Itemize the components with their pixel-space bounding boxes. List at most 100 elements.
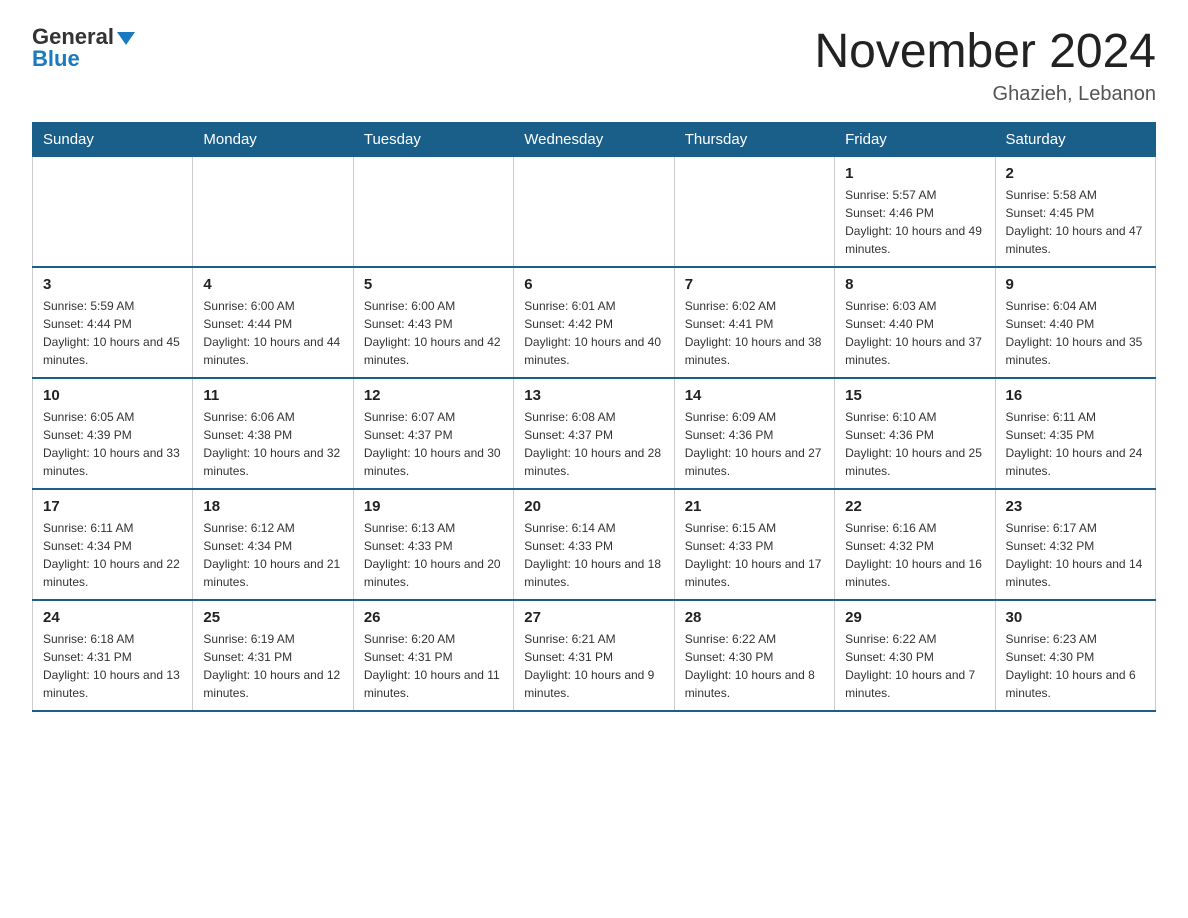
calendar-week-row: 10 Sunrise: 6:05 AM Sunset: 4:39 PM Dayli… xyxy=(33,378,1156,489)
table-row: 28 Sunrise: 6:22 AM Sunset: 4:30 PM Dayli… xyxy=(674,600,834,711)
table-row: 5 Sunrise: 6:00 AM Sunset: 4:43 PM Daylig… xyxy=(353,267,513,378)
table-row xyxy=(193,157,353,268)
table-row: 26 Sunrise: 6:20 AM Sunset: 4:31 PM Dayli… xyxy=(353,600,513,711)
table-row: 7 Sunrise: 6:02 AM Sunset: 4:41 PM Daylig… xyxy=(674,267,834,378)
calendar-week-row: 3 Sunrise: 5:59 AM Sunset: 4:44 PM Daylig… xyxy=(33,267,1156,378)
table-row: 3 Sunrise: 5:59 AM Sunset: 4:44 PM Daylig… xyxy=(33,267,193,378)
day-info: Sunrise: 6:00 AM Sunset: 4:43 PM Dayligh… xyxy=(364,297,503,369)
day-number: 20 xyxy=(524,498,663,515)
day-info: Sunrise: 6:10 AM Sunset: 4:36 PM Dayligh… xyxy=(845,408,984,480)
title-block: November 2024 Ghazieh, Lebanon xyxy=(814,24,1156,106)
day-info: Sunrise: 6:11 AM Sunset: 4:35 PM Dayligh… xyxy=(1006,408,1145,480)
col-wednesday: Wednesday xyxy=(514,123,674,157)
day-info: Sunrise: 6:03 AM Sunset: 4:40 PM Dayligh… xyxy=(845,297,984,369)
day-number: 21 xyxy=(685,498,824,515)
table-row: 6 Sunrise: 6:01 AM Sunset: 4:42 PM Daylig… xyxy=(514,267,674,378)
calendar-table: Sunday Monday Tuesday Wednesday Thursday… xyxy=(32,122,1156,712)
table-row: 27 Sunrise: 6:21 AM Sunset: 4:31 PM Dayli… xyxy=(514,600,674,711)
table-row: 23 Sunrise: 6:17 AM Sunset: 4:32 PM Dayli… xyxy=(995,489,1155,600)
table-row: 13Sunrise: 6:08 AM Sunset: 4:37 PM Dayli… xyxy=(514,378,674,489)
day-info: Sunrise: 6:15 AM Sunset: 4:33 PM Dayligh… xyxy=(685,519,824,591)
day-number: 6 xyxy=(524,276,663,293)
day-info: Sunrise: 6:11 AM Sunset: 4:34 PM Dayligh… xyxy=(43,519,182,591)
day-info: Sunrise: 6:17 AM Sunset: 4:32 PM Dayligh… xyxy=(1006,519,1145,591)
table-row: 29 Sunrise: 6:22 AM Sunset: 4:30 PM Dayli… xyxy=(835,600,995,711)
table-row: 8 Sunrise: 6:03 AM Sunset: 4:40 PM Daylig… xyxy=(835,267,995,378)
day-number: 18 xyxy=(203,498,342,515)
day-info: Sunrise: 6:21 AM Sunset: 4:31 PM Dayligh… xyxy=(524,630,663,702)
table-row: 18 Sunrise: 6:12 AM Sunset: 4:34 PM Dayli… xyxy=(193,489,353,600)
table-row: 15 Sunrise: 6:10 AM Sunset: 4:36 PM Dayli… xyxy=(835,378,995,489)
day-number: 12 xyxy=(364,387,503,404)
day-info: Sunrise: 6:14 AM Sunset: 4:33 PM Dayligh… xyxy=(524,519,663,591)
day-info: Sunrise: 6:08 AM Sunset: 4:37 PM Dayligh… xyxy=(524,408,663,480)
day-number: 19 xyxy=(364,498,503,515)
day-info: Sunrise: 6:16 AM Sunset: 4:32 PM Dayligh… xyxy=(845,519,984,591)
table-row: 14 Sunrise: 6:09 AM Sunset: 4:36 PM Dayli… xyxy=(674,378,834,489)
col-thursday: Thursday xyxy=(674,123,834,157)
table-row: 16 Sunrise: 6:11 AM Sunset: 4:35 PM Dayli… xyxy=(995,378,1155,489)
day-number: 10 xyxy=(43,387,182,404)
month-title: November 2024 xyxy=(814,24,1156,79)
table-row: 24 Sunrise: 6:18 AM Sunset: 4:31 PM Dayli… xyxy=(33,600,193,711)
table-row: 4Sunrise: 6:00 AM Sunset: 4:44 PM Daylig… xyxy=(193,267,353,378)
day-number: 25 xyxy=(203,609,342,626)
day-number: 4 xyxy=(203,276,342,293)
day-number: 5 xyxy=(364,276,503,293)
table-row: 21 Sunrise: 6:15 AM Sunset: 4:33 PM Dayli… xyxy=(674,489,834,600)
day-number: 9 xyxy=(1006,276,1145,293)
calendar-week-row: 17 Sunrise: 6:11 AM Sunset: 4:34 PM Dayli… xyxy=(33,489,1156,600)
day-number: 7 xyxy=(685,276,824,293)
table-row xyxy=(33,157,193,268)
day-info: Sunrise: 6:06 AM Sunset: 4:38 PM Dayligh… xyxy=(203,408,342,480)
table-row: 2Sunrise: 5:58 AM Sunset: 4:45 PM Daylig… xyxy=(995,157,1155,268)
day-info: Sunrise: 6:13 AM Sunset: 4:33 PM Dayligh… xyxy=(364,519,503,591)
table-row: 20 Sunrise: 6:14 AM Sunset: 4:33 PM Dayli… xyxy=(514,489,674,600)
table-row: 12 Sunrise: 6:07 AM Sunset: 4:37 PM Dayli… xyxy=(353,378,513,489)
day-info: Sunrise: 6:12 AM Sunset: 4:34 PM Dayligh… xyxy=(203,519,342,591)
day-number: 1 xyxy=(845,165,984,182)
day-number: 29 xyxy=(845,609,984,626)
day-info: Sunrise: 6:20 AM Sunset: 4:31 PM Dayligh… xyxy=(364,630,503,702)
day-number: 16 xyxy=(1006,387,1145,404)
table-row xyxy=(674,157,834,268)
day-number: 15 xyxy=(845,387,984,404)
day-info: Sunrise: 5:59 AM Sunset: 4:44 PM Dayligh… xyxy=(43,297,182,369)
col-saturday: Saturday xyxy=(995,123,1155,157)
table-row: 9Sunrise: 6:04 AM Sunset: 4:40 PM Daylig… xyxy=(995,267,1155,378)
day-number: 27 xyxy=(524,609,663,626)
day-info: Sunrise: 6:09 AM Sunset: 4:36 PM Dayligh… xyxy=(685,408,824,480)
day-number: 22 xyxy=(845,498,984,515)
col-tuesday: Tuesday xyxy=(353,123,513,157)
logo: General Blue xyxy=(32,24,135,72)
day-number: 8 xyxy=(845,276,984,293)
table-row: 30 Sunrise: 6:23 AM Sunset: 4:30 PM Dayli… xyxy=(995,600,1155,711)
day-number: 24 xyxy=(43,609,182,626)
day-info: Sunrise: 6:02 AM Sunset: 4:41 PM Dayligh… xyxy=(685,297,824,369)
col-sunday: Sunday xyxy=(33,123,193,157)
day-info: Sunrise: 6:05 AM Sunset: 4:39 PM Dayligh… xyxy=(43,408,182,480)
table-row: 25 Sunrise: 6:19 AM Sunset: 4:31 PM Dayli… xyxy=(193,600,353,711)
day-info: Sunrise: 6:07 AM Sunset: 4:37 PM Dayligh… xyxy=(364,408,503,480)
day-number: 3 xyxy=(43,276,182,293)
day-number: 17 xyxy=(43,498,182,515)
day-number: 23 xyxy=(1006,498,1145,515)
table-row: 17 Sunrise: 6:11 AM Sunset: 4:34 PM Dayli… xyxy=(33,489,193,600)
day-info: Sunrise: 6:19 AM Sunset: 4:31 PM Dayligh… xyxy=(203,630,342,702)
day-info: Sunrise: 6:22 AM Sunset: 4:30 PM Dayligh… xyxy=(685,630,824,702)
calendar-week-row: 1 Sunrise: 5:57 AM Sunset: 4:46 PM Daylig… xyxy=(33,157,1156,268)
table-row xyxy=(514,157,674,268)
table-row: 10 Sunrise: 6:05 AM Sunset: 4:39 PM Dayli… xyxy=(33,378,193,489)
day-number: 30 xyxy=(1006,609,1145,626)
day-info: Sunrise: 5:57 AM Sunset: 4:46 PM Dayligh… xyxy=(845,186,984,258)
day-number: 14 xyxy=(685,387,824,404)
day-info: Sunrise: 6:23 AM Sunset: 4:30 PM Dayligh… xyxy=(1006,630,1145,702)
day-number: 26 xyxy=(364,609,503,626)
table-row: 11Sunrise: 6:06 AM Sunset: 4:38 PM Dayli… xyxy=(193,378,353,489)
day-number: 28 xyxy=(685,609,824,626)
day-info: Sunrise: 6:22 AM Sunset: 4:30 PM Dayligh… xyxy=(845,630,984,702)
day-info: Sunrise: 6:18 AM Sunset: 4:31 PM Dayligh… xyxy=(43,630,182,702)
day-info: Sunrise: 6:01 AM Sunset: 4:42 PM Dayligh… xyxy=(524,297,663,369)
col-monday: Monday xyxy=(193,123,353,157)
page-header: General Blue November 2024 Ghazieh, Leba… xyxy=(32,24,1156,106)
